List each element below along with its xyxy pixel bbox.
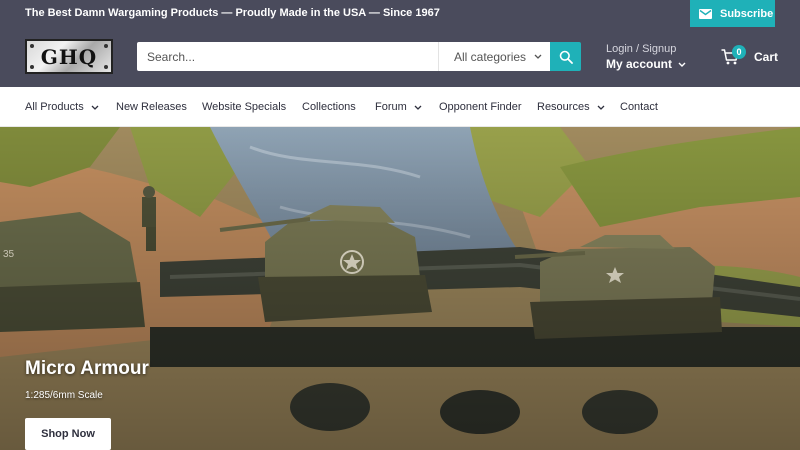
chevron-down-icon [597, 105, 605, 110]
search-bar: All categories [137, 42, 550, 71]
shop-now-button[interactable]: Shop Now [25, 418, 111, 450]
my-account-label: My account [606, 57, 673, 71]
nav-item-label: Website Specials [202, 101, 287, 113]
subscribe-label: Subscribe [720, 7, 774, 20]
nav-item-collections[interactable]: Collections [302, 87, 356, 127]
hero-banner: 35 Micro Armour 1:285/6mm Scale Shop Now [0, 127, 800, 450]
nav-item-label: Resources [537, 101, 590, 113]
nav-item-all-products[interactable]: All Products [25, 87, 99, 127]
nav-item-opponent-finder[interactable]: Opponent Finder [439, 87, 522, 127]
cart-count-badge: 0 [732, 45, 746, 59]
ghq-logo[interactable]: GHQ [25, 39, 113, 74]
category-select[interactable]: All categories [438, 42, 550, 71]
category-select-value: All categories [454, 49, 527, 64]
hero-image: 35 [0, 127, 800, 450]
logo-text: GHQ [40, 44, 98, 69]
search-input[interactable] [137, 42, 437, 71]
chevron-down-icon [414, 105, 422, 110]
hero-title: Micro Armour [25, 358, 149, 379]
subscribe-button[interactable]: Subscribe [690, 0, 775, 27]
my-account-menu[interactable]: My account [606, 57, 686, 71]
nav-item-contact[interactable]: Contact [620, 87, 658, 127]
cart-label: Cart [754, 50, 779, 64]
nav-item-label: New Releases [116, 101, 187, 113]
nav-item-new-releases[interactable]: New Releases [116, 87, 187, 127]
nav-item-label: All Products [25, 101, 84, 113]
chevron-down-icon [678, 62, 686, 67]
search-button[interactable] [550, 42, 581, 71]
chevron-down-icon [91, 105, 99, 110]
nav-item-website-specials[interactable]: Website Specials [202, 87, 286, 127]
announcement-bar: The Best Damn Wargaming Products — Proud… [0, 0, 800, 27]
nav-item-label: Forum [375, 101, 407, 113]
hero-subtitle: 1:285/6mm Scale [25, 390, 103, 401]
nav-item-label: Collections [302, 101, 356, 113]
nav-item-label: Contact [620, 101, 658, 113]
mail-icon [699, 8, 712, 19]
login-signup-link[interactable]: Login / Signup [606, 43, 676, 55]
search-icon [559, 50, 573, 64]
nav-item-label: Opponent Finder [439, 101, 522, 113]
nav-item-forum[interactable]: Forum [375, 87, 422, 127]
announcement-text: The Best Damn Wargaming Products — Proud… [25, 7, 440, 19]
nav-item-resources[interactable]: Resources [537, 87, 605, 127]
main-nav: All Products New Releases Website Specia… [0, 87, 800, 127]
chevron-down-icon [534, 54, 542, 59]
